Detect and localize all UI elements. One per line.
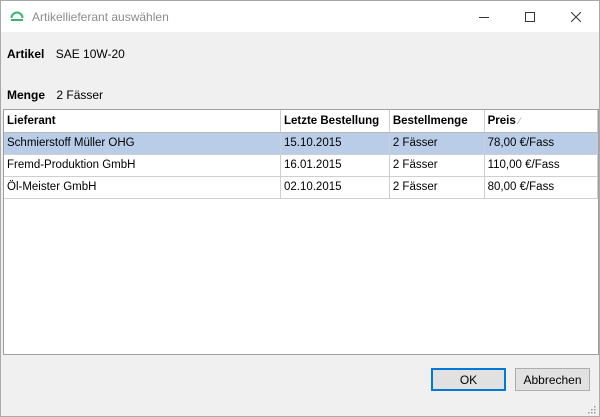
cancel-button[interactable]: Abbrechen	[515, 368, 590, 391]
cell-price: 78,00 €/Fass	[484, 132, 599, 155]
article-label: Artikel	[7, 47, 45, 61]
quantity-label: Menge	[7, 88, 46, 102]
title-bar[interactable]: Artikellieferant auswählen	[1, 1, 599, 32]
maximize-icon	[525, 11, 535, 22]
window-title: Artikellieferant auswählen	[32, 10, 169, 24]
column-header-order-quantity[interactable]: Bestellmenge	[389, 110, 485, 133]
column-header-price[interactable]: Preis ⁄	[484, 110, 599, 133]
quantity-row: Menge 2 Fässer	[7, 88, 103, 102]
cell-order-quantity: 2 Fässer	[389, 176, 485, 199]
cell-supplier: Schmierstoff Müller OHG	[4, 132, 281, 155]
cell-supplier: Fremd-Produktion GmbH	[4, 154, 281, 177]
maximize-button[interactable]	[507, 1, 553, 32]
cell-last-order: 15.10.2015	[280, 132, 390, 155]
quantity-value: 2 Fässer	[56, 88, 104, 102]
supplier-grid[interactable]: Lieferant Letzte Bestellung Bestellmenge…	[3, 109, 599, 355]
supplier-table: Lieferant Letzte Bestellung Bestellmenge…	[4, 110, 599, 199]
minimize-button[interactable]	[461, 1, 507, 32]
sort-ascending-icon: ⁄	[518, 115, 521, 126]
app-icon	[10, 9, 24, 23]
cell-last-order: 02.10.2015	[280, 176, 390, 199]
header-row: Lieferant Letzte Bestellung Bestellmenge…	[4, 110, 599, 133]
table-row[interactable]: Schmierstoff Müller OHG 15.10.2015 2 Fäs…	[4, 132, 599, 155]
resize-grip-icon[interactable]	[586, 403, 596, 414]
cell-supplier: Öl-Meister GmbH	[4, 176, 281, 199]
article-value: SAE 10W-20	[55, 47, 125, 61]
minimize-icon	[479, 12, 489, 22]
table-row[interactable]: Fremd-Produktion GmbH 16.01.2015 2 Fässe…	[4, 154, 599, 177]
table-row[interactable]: Öl-Meister GmbH 02.10.2015 2 Fässer 80,0…	[4, 176, 599, 199]
cell-price: 80,00 €/Fass	[484, 176, 599, 199]
close-button[interactable]	[553, 1, 599, 32]
column-header-last-order[interactable]: Letzte Bestellung	[280, 110, 390, 133]
close-icon	[571, 11, 581, 22]
dialog-window: Artikellieferant auswählen Artikel SAE 1…	[0, 0, 600, 417]
ok-button[interactable]: OK	[431, 368, 506, 391]
article-row: Artikel SAE 10W-20	[7, 47, 125, 61]
cell-order-quantity: 2 Fässer	[389, 132, 485, 155]
cell-price: 110,00 €/Fass	[484, 154, 599, 177]
cell-order-quantity: 2 Fässer	[389, 154, 485, 177]
column-header-supplier[interactable]: Lieferant	[4, 110, 281, 133]
cell-last-order: 16.01.2015	[280, 154, 390, 177]
